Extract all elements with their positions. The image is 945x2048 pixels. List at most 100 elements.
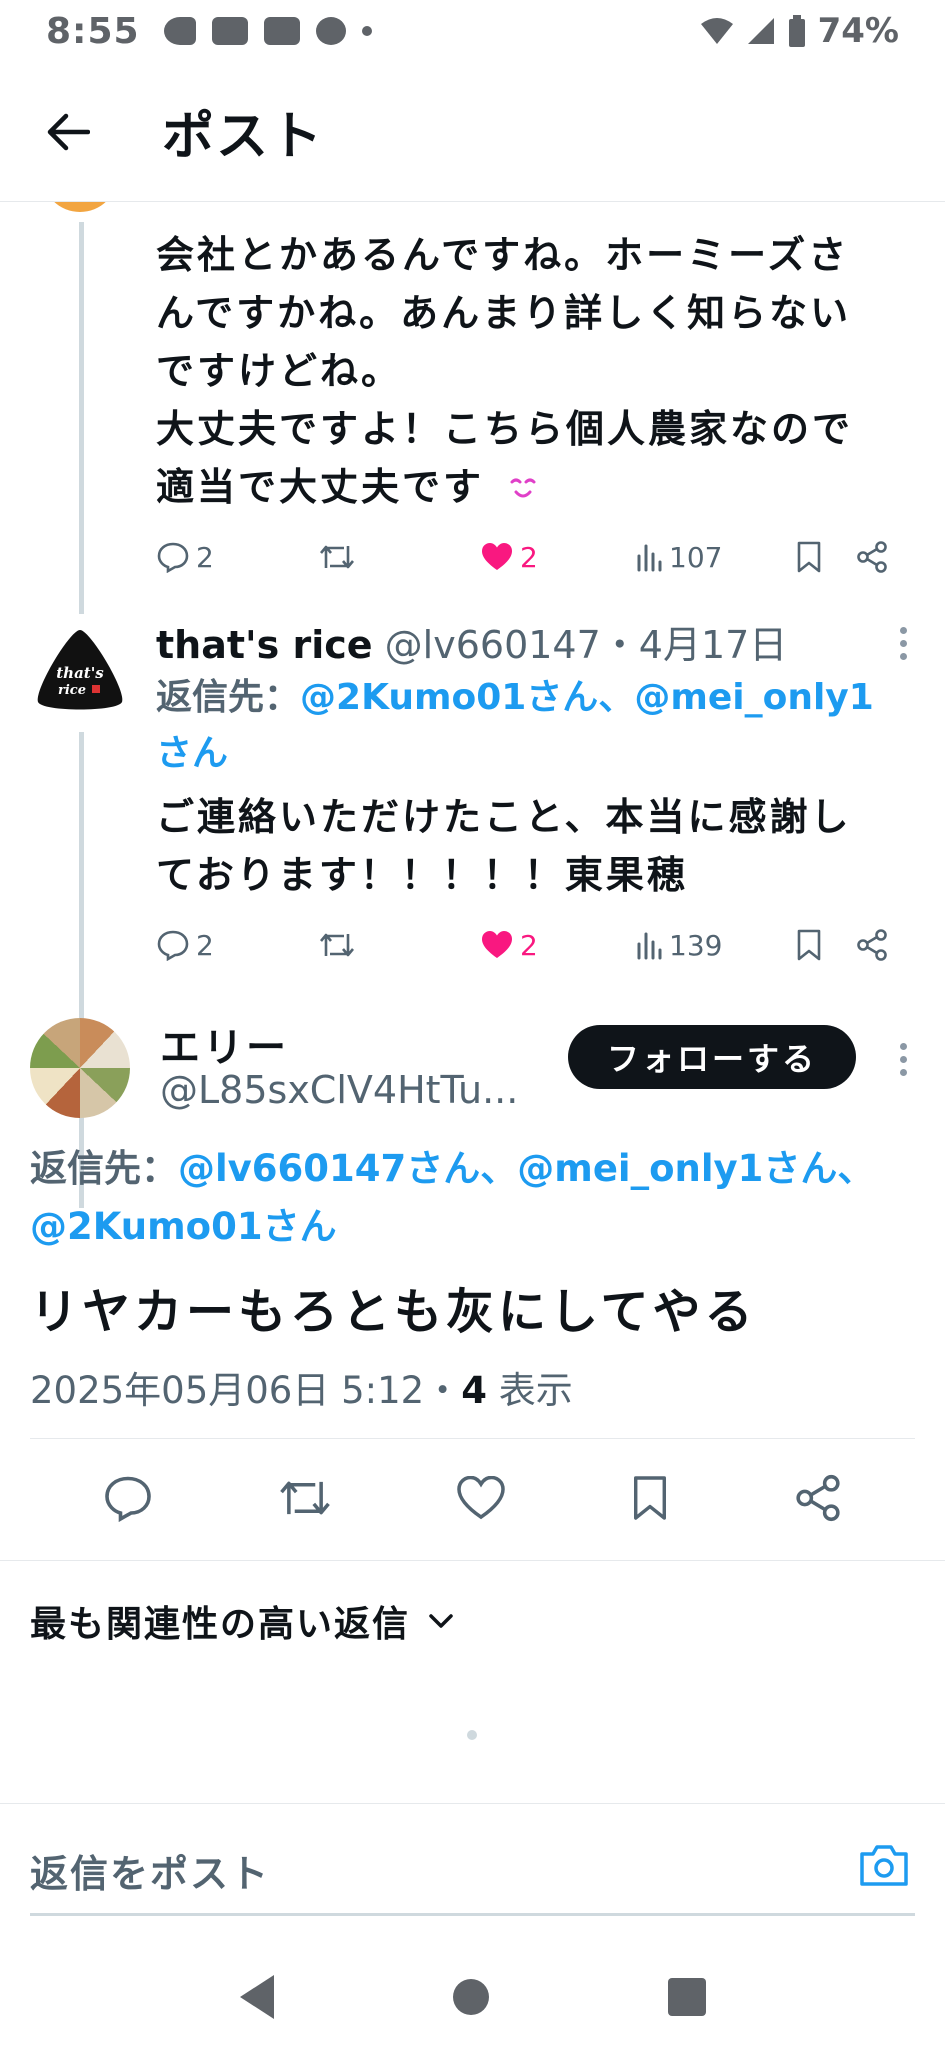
views-label[interactable]: 表示 (499, 1369, 573, 1412)
mention-separator: 、 (837, 1147, 875, 1190)
mention-link[interactable]: @mei_only1 (634, 677, 873, 718)
nav-home-button[interactable] (452, 1978, 489, 2015)
kebab-dot (899, 627, 907, 634)
replying-to: 返信先：@lv660147さん、@mei_only1さん、 @2Kumo01さん (30, 1140, 910, 1256)
system-icons: 74% (700, 11, 899, 51)
battery-percentage: 74% (817, 11, 899, 51)
svg-text:rice: rice (58, 683, 86, 698)
reply-sort-dropdown[interactable]: 最も関連性の高い返信 (30, 1595, 454, 1647)
camera-button[interactable] (858, 1842, 910, 1888)
kebab-dot (899, 1056, 907, 1063)
weather-icon (315, 17, 346, 45)
like-button[interactable]: 2 (480, 541, 635, 574)
views-button[interactable]: 107 (635, 541, 795, 574)
view-count: 107 (669, 540, 723, 574)
reply-button[interactable]: 2 (156, 929, 318, 962)
nav-back-button[interactable] (239, 1974, 274, 2019)
wifi-icon (700, 18, 733, 44)
bookmark-icon (797, 541, 821, 573)
tweet-header: that's rice @lv660147・4月17日 (156, 614, 787, 669)
mention-link[interactable]: @lv660147さん (178, 1147, 480, 1190)
display-name[interactable]: that's rice (156, 623, 373, 667)
reply-input[interactable]: 返信をポスト (30, 1843, 270, 1898)
reply-button[interactable]: 2 (156, 541, 318, 574)
loading-indicator (467, 1730, 477, 1740)
repost-button[interactable] (318, 542, 480, 572)
share-icon (857, 541, 887, 573)
repost-button[interactable] (277, 1476, 333, 1524)
status-bar: 8:55 74% (0, 0, 945, 62)
mention-separator: 、 (598, 677, 635, 718)
status-time: 8:55 (46, 10, 140, 52)
more-options-button[interactable] (897, 627, 909, 660)
mention-link[interactable]: @2Kumo01さん (300, 677, 598, 718)
svg-text:that's: that's (56, 664, 104, 682)
like-count: 2 (520, 540, 538, 574)
follow-button[interactable]: フォローする (568, 1025, 856, 1089)
youtube-icon (211, 17, 248, 45)
share-button[interactable] (793, 1473, 843, 1527)
divider (0, 1560, 945, 1561)
reply-text-segment: 適当で大丈夫です (156, 465, 485, 509)
view-count: 139 (669, 928, 723, 962)
reply-button[interactable] (102, 1474, 154, 1526)
reply-text-line: 適当で大丈夫です (156, 458, 896, 516)
top-app-bar: ポスト (0, 62, 945, 202)
reply-count: 2 (196, 928, 214, 962)
mention-link[interactable]: さん (156, 733, 228, 774)
tweet-datetime: 2025年05月06日 5:12・ (30, 1369, 462, 1412)
nav-recents-button[interactable] (667, 1977, 706, 2016)
kebab-dot (899, 653, 907, 660)
mention-link[interactable]: @2Kumo01さん (30, 1205, 337, 1248)
heart-icon (457, 1475, 506, 1520)
heart-filled-icon (482, 931, 512, 958)
like-count: 2 (520, 928, 538, 962)
notification-icons (163, 17, 372, 45)
share-icon (857, 929, 887, 961)
sort-label: 最も関連性の高い返信 (30, 1604, 411, 1645)
replying-prefix: 返信先： (156, 677, 301, 718)
user-handle[interactable]: @L85sxClV4HtTu... (160, 1068, 518, 1112)
bookmark-button[interactable] (795, 928, 855, 962)
repost-icon (280, 1481, 330, 1515)
repost-button[interactable] (318, 930, 480, 960)
thread-connector (79, 222, 84, 614)
replying-prefix: 返信先： (30, 1147, 178, 1190)
share-button[interactable] (855, 540, 889, 574)
tweet-actions (0, 1470, 945, 1530)
reply-text-line: ております！！！！！東果穂 (156, 853, 688, 897)
page-title: ポスト (162, 107, 325, 167)
replying-to: 返信先：@2Kumo01さん、@mei_only1 さん (156, 670, 896, 782)
comment-icon (104, 1476, 151, 1523)
comment-icon (157, 930, 189, 961)
reply-text-line: 会社とかあるんですね。ホーミーズさ (156, 233, 850, 277)
reply-text-line: ですけどね。 (156, 349, 403, 393)
more-options-button[interactable] (897, 1043, 909, 1076)
arrow-left-icon (47, 113, 90, 150)
avatar[interactable]: that's rice (30, 620, 130, 720)
analytics-icon (637, 544, 662, 572)
divider (0, 1803, 945, 1804)
battery-icon (788, 15, 805, 47)
reply-text: 会社とかあるんですね。ホーミーズさ んですかね。あんまり詳しく知らない ですけど… (156, 226, 896, 516)
kebab-dot (899, 640, 907, 647)
view-count[interactable]: 4 (461, 1369, 487, 1412)
mention-link[interactable]: @mei_only1さん (517, 1147, 837, 1190)
bookmark-button[interactable] (795, 540, 855, 574)
like-button[interactable] (456, 1475, 506, 1524)
avatar[interactable] (30, 1018, 130, 1118)
kebab-dot (899, 1069, 907, 1076)
speaker-icon (163, 17, 196, 45)
bookmark-icon (797, 929, 821, 961)
bookmark-button[interactable] (630, 1473, 670, 1527)
more-notifications-icon (361, 26, 372, 36)
display-name[interactable]: エリー (160, 1015, 289, 1073)
share-button[interactable] (855, 928, 889, 962)
user-handle[interactable]: @lv660147 (385, 623, 601, 667)
views-button[interactable]: 139 (635, 929, 795, 962)
repost-icon (320, 545, 354, 569)
repost-icon (320, 933, 354, 957)
reply-text-line: 大丈夫ですよ！こちら個人農家なので (156, 407, 854, 451)
like-button[interactable]: 2 (480, 929, 635, 962)
back-button[interactable] (38, 102, 98, 162)
